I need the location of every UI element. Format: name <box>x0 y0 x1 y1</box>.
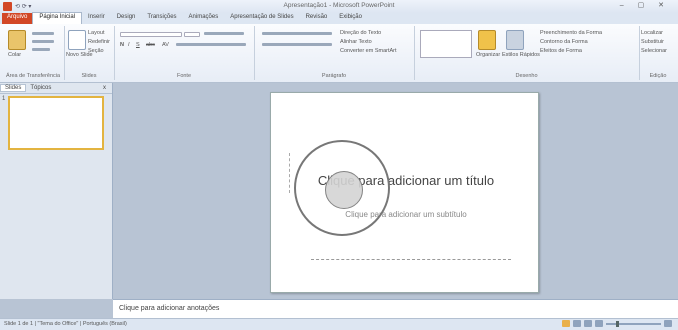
select-button[interactable]: Selecionar <box>641 48 667 54</box>
replace-button[interactable]: Substituir <box>641 39 664 45</box>
format-painter-button[interactable] <box>32 48 50 51</box>
font-grow-shrink-buttons[interactable] <box>204 32 244 35</box>
zoom-slider[interactable] <box>606 320 661 327</box>
layout-button[interactable]: Layout <box>88 30 105 36</box>
cut-button[interactable] <box>32 32 54 35</box>
zoom-slider-knob[interactable] <box>616 320 620 327</box>
group-editing-label: Edição <box>649 73 667 79</box>
font-size-select[interactable] <box>184 32 200 37</box>
copy-button[interactable] <box>32 40 54 43</box>
reading-view-icon[interactable] <box>584 320 592 327</box>
underline-button[interactable]: S <box>136 42 140 48</box>
group-editing: Localizar Substituir Selecionar Edição <box>639 26 677 80</box>
tab-file[interactable]: Arquivo <box>2 13 33 24</box>
slide-thumbnail[interactable] <box>8 96 104 150</box>
arrange-icon[interactable] <box>478 30 496 50</box>
alignment-buttons[interactable] <box>262 43 332 46</box>
align-text-button[interactable]: Alinhar Texto <box>340 39 372 45</box>
font-color-buttons[interactable] <box>176 43 246 46</box>
tab-view[interactable]: Exibição <box>333 13 368 24</box>
slide-sorter-view-icon[interactable] <box>573 320 581 327</box>
group-clipboard-label: Área de Transferência <box>5 73 61 79</box>
slide-canvas[interactable]: Clique para adicionar um título Clique p… <box>270 92 539 293</box>
paste-button[interactable]: Colar <box>8 52 21 58</box>
tab-design[interactable]: Design <box>111 13 142 24</box>
group-slides: Novo Slide Layout Redefinir Seção Slides <box>64 26 115 80</box>
shapes-gallery[interactable] <box>420 30 472 58</box>
group-font: N I S abc AV Fonte <box>114 26 255 80</box>
find-button[interactable]: Localizar <box>641 30 663 36</box>
arrange-button[interactable]: Organizar <box>476 52 500 58</box>
normal-view-icon[interactable] <box>562 320 570 327</box>
italic-button[interactable]: I <box>128 42 130 48</box>
tab-slides[interactable]: Slides <box>0 84 27 92</box>
notes-placeholder[interactable]: Clique para adicionar anotações <box>119 305 219 312</box>
smartart-button[interactable]: Converter em SmartArt <box>340 48 397 54</box>
new-slide-icon[interactable] <box>68 30 86 50</box>
slide-workspace: Clique para adicionar um título Clique p… <box>113 83 678 299</box>
ribbon-tabs: Arquivo Página Inicial Inserir Design Tr… <box>0 12 678 24</box>
panel-close-icon[interactable]: x <box>103 85 106 91</box>
group-font-label: Fonte <box>176 73 192 79</box>
bullets-numbering-buttons[interactable] <box>262 32 332 35</box>
section-button[interactable]: Seção <box>88 48 104 54</box>
text-direction-button[interactable]: Direção do Texto <box>340 30 381 36</box>
paste-icon[interactable] <box>8 30 26 50</box>
tab-review[interactable]: Revisão <box>300 13 334 24</box>
quick-styles-button[interactable]: Estilos Rápidos <box>502 52 540 58</box>
group-drawing-label: Desenho <box>515 73 538 79</box>
notes-pane[interactable]: Clique para adicionar anotações <box>113 299 678 319</box>
group-paragraph: Direção do Texto Alinhar Texto Converter… <box>254 26 415 80</box>
character-spacing-button[interactable]: AV <box>162 42 169 48</box>
tab-insert[interactable]: Inserir <box>82 13 111 24</box>
fit-to-window-icon[interactable] <box>664 320 672 327</box>
slideshow-view-icon[interactable] <box>595 320 603 327</box>
group-clipboard: Colar Área de Transferência <box>2 26 65 80</box>
reset-button[interactable]: Redefinir <box>88 39 110 45</box>
group-paragraph-label: Parágrafo <box>321 73 347 79</box>
font-name-select[interactable] <box>120 32 182 37</box>
title-bar: ⟲ ⟳ ▾ Apresentação1 - Microsoft PowerPoi… <box>0 0 678 13</box>
highlight-circle-icon <box>325 171 363 209</box>
window-title: Apresentação1 - Microsoft PowerPoint <box>283 2 395 9</box>
strikethrough-button[interactable]: abc <box>146 42 155 48</box>
shape-outline-button[interactable]: Contorno da Forma <box>540 39 588 45</box>
subtitle-placeholder-border <box>311 259 511 260</box>
status-bar: Slide 1 de 1 | "Tema do Office" | Portug… <box>0 318 678 330</box>
tab-outline[interactable]: Tópicos <box>26 85 55 91</box>
group-drawing: Organizar Estilos Rápidos Preenchimento … <box>414 26 640 80</box>
window-controls[interactable]: – ▢ ✕ <box>620 1 670 9</box>
tab-transitions[interactable]: Transições <box>141 13 182 24</box>
tab-slideshow[interactable]: Apresentação de Slides <box>224 13 299 24</box>
tab-animations[interactable]: Animações <box>183 13 225 24</box>
panel-tabs: Slides Tópicos x <box>0 83 112 94</box>
view-zoom-controls <box>562 320 672 327</box>
shape-fill-button[interactable]: Preenchimento da Forma <box>540 30 602 36</box>
bold-button[interactable]: N <box>120 42 124 48</box>
tab-home[interactable]: Página Inicial <box>32 12 83 24</box>
ribbon: Colar Área de Transferência Novo Slide L… <box>0 24 678 83</box>
shape-effects-button[interactable]: Efeitos de Forma <box>540 48 582 54</box>
slide-thumbnail-number: 1 <box>2 96 6 102</box>
title-placeholder-border <box>289 153 290 193</box>
group-slides-label: Slides <box>81 73 97 79</box>
slides-panel: Slides Tópicos x 1 <box>0 83 113 299</box>
status-info: Slide 1 de 1 | "Tema do Office" | Portug… <box>4 321 127 327</box>
quick-styles-icon[interactable] <box>506 30 524 50</box>
